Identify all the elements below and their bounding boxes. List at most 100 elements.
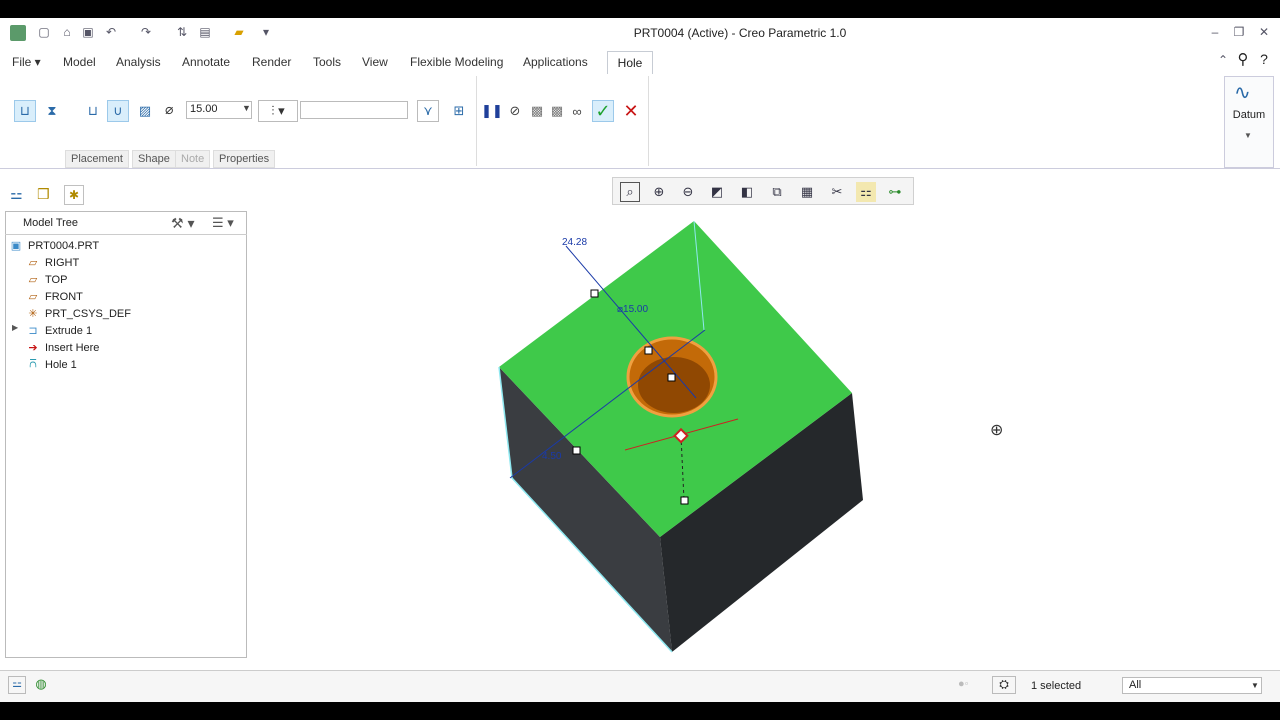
spin-center-icon[interactable]: ⊶ xyxy=(885,182,905,202)
ribbon-separator xyxy=(648,76,649,166)
tab-annotate[interactable]: Annotate xyxy=(180,55,232,69)
tab-hole[interactable]: Hole xyxy=(607,51,653,75)
tab-view[interactable]: View xyxy=(360,55,390,69)
zoom-in-icon[interactable]: ⊕ xyxy=(649,182,669,202)
model-tree-tab-icon[interactable]: ⚍ xyxy=(10,186,23,203)
tree-item-hole[interactable]: ⩃ Hole 1 xyxy=(26,356,77,373)
graphics-window[interactable]: 24.28 ⌀15.00 4.50 ⊕ xyxy=(248,206,1280,668)
window-title: PRT0004 (Active) - Creo Parametric 1.0 xyxy=(633,26,847,40)
standard-hole-button[interactable]: ⧗ xyxy=(41,100,63,122)
flip-direction-button[interactable]: ⋎ xyxy=(417,100,439,122)
tree-item-label: TOP xyxy=(45,273,68,286)
tree-item-extrude[interactable]: ⊐ Extrude 1 xyxy=(26,322,92,339)
diameter-icon: ⌀ xyxy=(165,101,174,117)
folder-browser-icon[interactable]: ❒ xyxy=(37,186,50,203)
navigator-toggle-icon[interactable]: ⚍ xyxy=(8,676,26,694)
view-manager-icon[interactable]: ▦ xyxy=(797,182,817,202)
tree-item-insert-here[interactable]: ➔ Insert Here xyxy=(26,339,99,356)
sketch-profile-button[interactable]: ▨ xyxy=(134,100,156,122)
display-style-icon[interactable]: ◧ xyxy=(737,182,757,202)
tree-item-label: PRT0004.PRT xyxy=(28,239,100,252)
tree-item-label: PRT_CSYS_DEF xyxy=(45,307,131,320)
tab-model[interactable]: Model xyxy=(61,55,98,69)
tree-item-part[interactable]: ▣ PRT0004.PRT xyxy=(9,237,99,254)
tree-item-right[interactable]: ▱ RIGHT xyxy=(26,254,79,271)
ok-button[interactable]: ✓ xyxy=(592,100,614,122)
drag-handle[interactable] xyxy=(680,496,689,505)
tree-item-label: Hole 1 xyxy=(45,358,77,371)
tab-render[interactable]: Render xyxy=(250,55,293,69)
search-icon[interactable]: ⚲ xyxy=(1236,51,1250,68)
simple-hole-button[interactable]: ⊔ xyxy=(14,100,36,122)
tab-shape[interactable]: Shape xyxy=(132,150,176,168)
selection-filter[interactable]: All xyxy=(1122,677,1262,694)
browser-toggle-icon[interactable]: ◍ xyxy=(32,676,50,694)
collapse-ribbon-icon[interactable]: ⌃ xyxy=(1216,53,1230,67)
datum-plane-icon: ▱ xyxy=(28,257,38,269)
file-menu[interactable]: File ▾ xyxy=(10,55,43,69)
drag-handle[interactable] xyxy=(572,446,581,455)
drag-handle[interactable] xyxy=(590,289,599,298)
predefined-rectangle-button[interactable]: ⊔ xyxy=(82,100,104,122)
tree-item-csys[interactable]: ✳ PRT_CSYS_DEF xyxy=(26,305,131,322)
filter-dropdown-icon[interactable]: ▼ xyxy=(1251,681,1259,690)
filter-value: All xyxy=(1129,679,1142,691)
tree-item-label: Insert Here xyxy=(45,341,100,354)
tree-item-front[interactable]: ▱ FRONT xyxy=(26,288,83,305)
tree-item-label: Extrude 1 xyxy=(45,324,93,337)
drag-handle[interactable] xyxy=(667,373,676,382)
depth-option-button[interactable]: ⫶ ▾ xyxy=(258,100,298,122)
repaint-icon[interactable]: ◩ xyxy=(707,182,727,202)
verify-preview-button[interactable]: ∞ xyxy=(566,100,588,122)
close-icon[interactable]: ✕ xyxy=(1257,25,1271,39)
tab-analysis[interactable]: Analysis xyxy=(114,55,163,69)
tab-applications[interactable]: Applications xyxy=(521,55,590,69)
tab-properties[interactable]: Properties xyxy=(213,150,276,168)
cancel-button[interactable]: ✕ xyxy=(620,100,642,122)
tab-note[interactable]: Note xyxy=(175,150,211,168)
tree-item-top[interactable]: ▱ TOP xyxy=(26,271,68,288)
tree-show-icon[interactable]: ☰ ▾ xyxy=(212,215,234,231)
hole-bottom xyxy=(638,357,710,413)
zoom-out-icon[interactable]: ⊖ xyxy=(678,182,698,202)
help-icon[interactable]: ? xyxy=(1257,51,1271,67)
minimize-icon[interactable]: – xyxy=(1208,25,1222,39)
no-preview-button[interactable]: ⊘ xyxy=(504,100,526,122)
attached-preview-button[interactable]: ▩ xyxy=(526,100,548,122)
detached-preview-button[interactable]: ▩ xyxy=(546,100,568,122)
datum-display-icon[interactable]: ✂ xyxy=(827,182,847,202)
tab-placement[interactable]: Placement xyxy=(65,150,129,168)
find-icon[interactable]: ⛭ xyxy=(992,676,1016,694)
extrude-icon: ⊐ xyxy=(28,325,38,337)
expand-arrow-icon[interactable]: ▶ xyxy=(12,323,18,332)
annotation-display-icon[interactable]: ⚏ xyxy=(856,182,876,202)
tree-settings-icon[interactable]: ⚒ ▾ xyxy=(171,215,194,232)
dimension-offset-label: 24.28 xyxy=(562,237,587,248)
restore-icon[interactable]: ❐ xyxy=(1232,25,1246,39)
csys-icon: ✳ xyxy=(28,308,38,320)
insert-arrow-icon: ➔ xyxy=(28,342,38,354)
spin-cursor-icon: ⊕ xyxy=(990,422,1003,439)
tab-tools[interactable]: Tools xyxy=(311,55,343,69)
bottom-black-bar xyxy=(0,702,1280,720)
hole-icon: ⩃ xyxy=(29,358,37,370)
tree-item-label: FRONT xyxy=(45,290,83,303)
status-bar xyxy=(0,670,1280,703)
datum-label: Datum xyxy=(1232,109,1266,121)
depth-input[interactable] xyxy=(300,101,408,119)
ribbon-separator xyxy=(476,76,477,166)
saved-orientations-icon[interactable]: ⧉ xyxy=(767,182,787,202)
diameter-dropdown-icon[interactable]: ▼ xyxy=(242,103,251,113)
datum-dropdown-icon[interactable]: ▼ xyxy=(1244,131,1252,140)
drag-handle[interactable] xyxy=(644,346,653,355)
add-thread-button[interactable]: ⊞ xyxy=(448,100,470,122)
datum-plane-icon: ▱ xyxy=(28,274,38,286)
refit-icon[interactable]: ⌕ xyxy=(620,182,640,202)
standard-drill-profile-button[interactable]: ∪ xyxy=(107,100,129,122)
tab-flexible-modeling[interactable]: Flexible Modeling xyxy=(408,55,505,69)
dimension-diameter-label: ⌀15.00 xyxy=(617,304,648,315)
favorites-icon[interactable]: ✱ xyxy=(64,185,84,205)
pause-button[interactable]: ❚❚ xyxy=(481,100,503,122)
datum-icon[interactable]: ∿ xyxy=(1234,80,1251,105)
dimension-offset2-label: 4.50 xyxy=(542,451,562,462)
